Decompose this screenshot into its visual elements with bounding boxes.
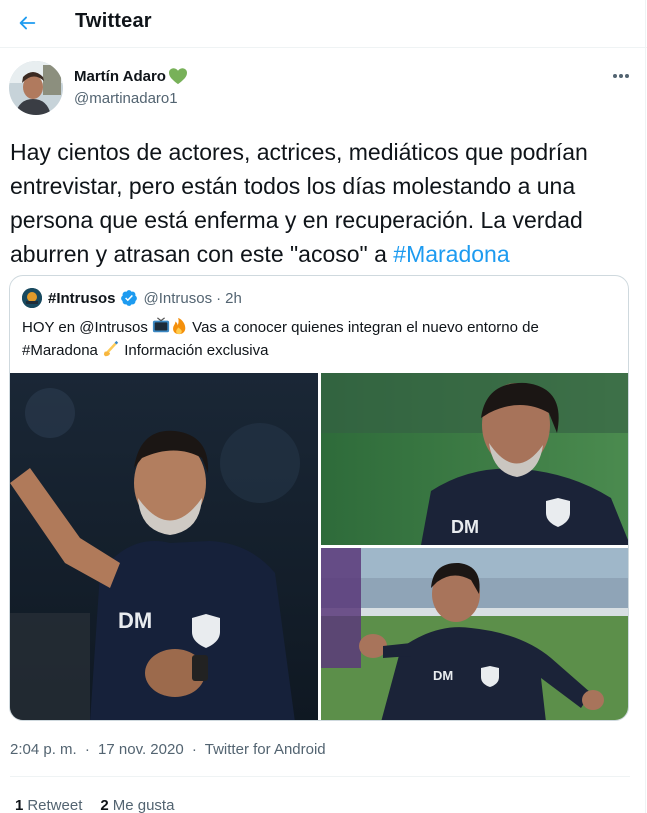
quoted-text-part1: HOY en @Intrusos <box>22 319 153 336</box>
column-border <box>645 0 646 813</box>
meta-separator: · <box>84 741 90 758</box>
more-options-button[interactable] <box>607 66 635 86</box>
hashtag-link[interactable]: #Maradona <box>393 241 509 267</box>
svg-text:DM: DM <box>451 517 479 537</box>
author-handle[interactable]: @martinadaro1 <box>74 90 178 107</box>
svg-text:DM: DM <box>118 608 152 633</box>
fire-emoji-icon <box>173 317 186 335</box>
quoted-tweet-text: HOY en @Intrusos Vas a conocer quienes i… <box>22 316 618 362</box>
back-arrow-icon <box>19 16 36 30</box>
retweets-stat[interactable]: 1 Retweet <box>15 797 82 813</box>
likes-count: 2 <box>100 797 109 813</box>
likes-stat[interactable]: 2 Me gusta <box>100 797 174 813</box>
photo-1[interactable]: DM <box>10 373 318 720</box>
verified-icon <box>120 289 138 307</box>
separator-dot: · <box>216 289 222 307</box>
quoted-avatar[interactable] <box>22 288 42 308</box>
quoted-author-name[interactable]: #Intrusos <box>48 290 116 307</box>
page-title: Twittear <box>75 10 152 32</box>
tweet-metadata: 2:04 p. m. · 17 nov. 2020 · Twitter for … <box>10 741 330 758</box>
tweet-source[interactable]: Twitter for Android <box>205 741 326 758</box>
author-name[interactable]: Martín Adaro <box>74 67 188 85</box>
tweet-date[interactable]: 17 nov. 2020 <box>98 741 184 758</box>
quoted-text-part3: Información exclusiva <box>120 342 269 359</box>
author-avatar[interactable] <box>9 61 63 115</box>
author-name-text: Martín Adaro <box>74 67 166 85</box>
svg-text:DM: DM <box>433 668 453 683</box>
green-heart-icon <box>168 68 187 85</box>
photo-2[interactable]: DM <box>321 373 628 545</box>
likes-label: Me gusta <box>112 797 175 813</box>
quoted-author-handle[interactable]: @Intrusos <box>144 290 213 307</box>
photo-3[interactable]: DM <box>321 548 628 720</box>
retweets-label: Retweet <box>27 797 83 813</box>
tv-emoji-icon <box>152 317 170 333</box>
back-button[interactable] <box>10 6 44 40</box>
tweet-time[interactable]: 2:04 p. m. <box>10 741 77 758</box>
tweet-stats: 1 Retweet 2 Me gusta <box>15 797 192 813</box>
quoted-tweet[interactable]: #Intrusos @Intrusos · 2h HOY en @Intruso… <box>9 275 629 721</box>
retweets-count: 1 <box>15 797 24 813</box>
quoted-media-grid: DM DM DM <box>10 373 628 720</box>
quoted-timestamp[interactable]: 2h <box>225 290 242 307</box>
tweet-text: Hay cientos de actores, actrices, mediát… <box>10 135 642 271</box>
writing-hand-emoji-icon <box>103 340 119 357</box>
quoted-tweet-header: #Intrusos @Intrusos · 2h <box>22 288 242 308</box>
more-icon <box>613 74 629 78</box>
meta-separator: · <box>191 741 197 758</box>
divider <box>10 776 630 777</box>
top-bar: Twittear <box>0 0 647 48</box>
